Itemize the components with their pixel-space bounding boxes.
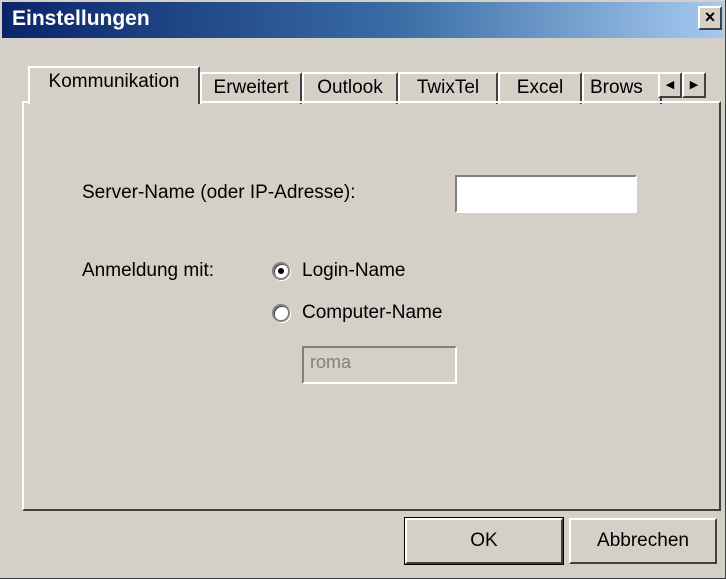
title-bar[interactable]: Einstellungen ×: [2, 2, 724, 38]
tab-outlook[interactable]: Outlook: [302, 72, 398, 104]
tab-scroll-right-icon[interactable]: ▶: [682, 72, 706, 98]
computer-name-input: roma: [302, 346, 457, 384]
server-name-input[interactable]: [455, 175, 637, 213]
window-title: Einstellungen: [12, 7, 150, 30]
ok-button[interactable]: OK: [404, 517, 564, 565]
computer-name-label[interactable]: Computer-Name: [302, 302, 442, 324]
close-icon[interactable]: ×: [698, 6, 722, 30]
login-with-label: Anmeldung mit:: [82, 260, 215, 281]
tab-scroll-left-icon[interactable]: ◀: [658, 72, 682, 98]
settings-dialog: Einstellungen × Kommunikation Erweitert …: [0, 0, 726, 579]
computer-name-radio[interactable]: [272, 304, 290, 322]
cancel-button[interactable]: Abbrechen: [569, 518, 717, 564]
radio-selected-dot: [278, 268, 284, 274]
tab-excel[interactable]: Excel: [498, 72, 582, 104]
server-name-label: Server-Name (oder IP-Adresse):: [82, 182, 356, 203]
tab-erweitert[interactable]: Erweitert: [200, 72, 302, 104]
tab-kommunikation[interactable]: Kommunikation: [28, 66, 200, 104]
login-name-radio[interactable]: [272, 262, 290, 280]
tab-twixtel[interactable]: TwixTel: [398, 72, 498, 104]
tab-browser[interactable]: Brows: [582, 72, 662, 104]
login-name-label[interactable]: Login-Name: [302, 260, 406, 282]
